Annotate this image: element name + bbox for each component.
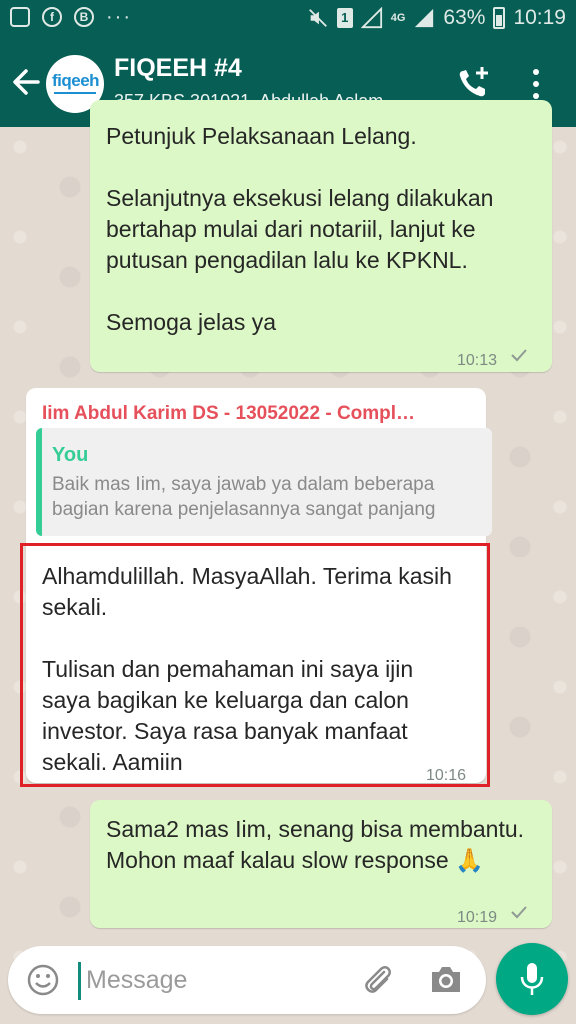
checkmark-icon: [511, 906, 527, 919]
status-right: 1 4G 63% 10:19: [307, 6, 566, 30]
avatar-logo-text: fiqeeh: [52, 71, 100, 90]
status-bar: f B ··· 1 4G 63% 10:19: [0, 0, 576, 38]
b-icon: B: [74, 7, 94, 27]
message-input[interactable]: [86, 960, 346, 1000]
message-bubble-outgoing[interactable]: Petunjuk Pelaksanaan Lelang. Selanjutnya…: [90, 100, 552, 372]
checkmark-icon: [511, 349, 527, 362]
message-bubble-outgoing[interactable]: Sama2 mas Iim, senang bisa membantu. Moh…: [90, 800, 552, 928]
more-notifications-icon: ···: [106, 6, 132, 28]
mute-icon: [308, 9, 327, 27]
quote-author: You: [52, 444, 89, 466]
back-arrow-icon[interactable]: [10, 64, 42, 100]
quote-accent-bar: [36, 428, 42, 536]
camera-icon[interactable]: [428, 964, 464, 996]
message-text: Petunjuk Pelaksanaan Lelang. Selanjutnya…: [106, 123, 494, 335]
message-time: 10:13: [457, 352, 498, 369]
network-type: 4G: [390, 11, 406, 24]
sim-icon: 1: [336, 8, 353, 28]
menu-icon[interactable]: [528, 68, 544, 100]
chat-title[interactable]: FIQEEH #4: [114, 54, 242, 83]
highlight-box: [20, 543, 490, 787]
status-left-icons: f B ···: [10, 7, 132, 27]
battery-percent: 63%: [443, 6, 486, 29]
clock: 10:19: [513, 6, 566, 29]
signal-2-icon: [415, 8, 434, 28]
emoji-icon[interactable]: [26, 963, 60, 997]
avatar-underline: [54, 92, 96, 94]
signal-icon: [360, 7, 382, 29]
mic-icon: [520, 963, 544, 995]
message-text: Sama2 mas Iim, senang bisa membantu. Moh…: [106, 816, 531, 873]
image-icon: [10, 7, 30, 27]
battery-icon: [493, 7, 506, 29]
text-cursor: [78, 962, 81, 1000]
message-time: 10:19: [457, 909, 498, 926]
facebook-icon: f: [42, 7, 62, 27]
quote-text: Baik mas Iim, saya jawab ya dalam bebera…: [52, 474, 436, 520]
sender-name[interactable]: Iim Abdul Karim DS - 13052022 - Compl…: [42, 398, 472, 429]
add-call-icon[interactable]: [455, 65, 493, 101]
quoted-message[interactable]: You Baik mas Iim, saya jawab ya dalam be…: [36, 428, 492, 536]
message-composer: [8, 946, 486, 1014]
mic-button[interactable]: [496, 943, 568, 1015]
attach-icon[interactable]: [360, 962, 396, 998]
